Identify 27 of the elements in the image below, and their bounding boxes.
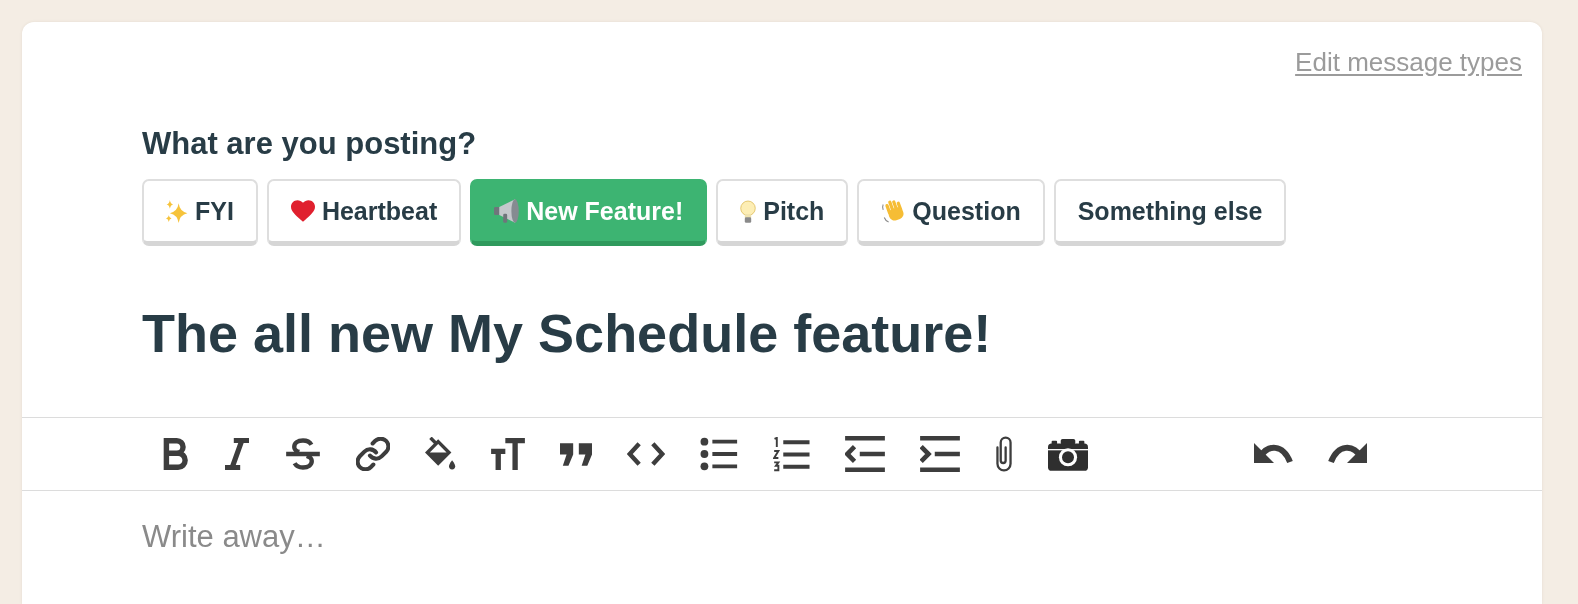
message-type-button[interactable]: Question (857, 179, 1045, 246)
paperclip-icon[interactable] (995, 435, 1013, 473)
heart-icon (290, 200, 315, 222)
indent-icon[interactable] (920, 436, 960, 472)
message-body-field[interactable]: Write away… (142, 512, 1422, 562)
megaphone-icon (494, 199, 520, 223)
title-field[interactable]: The all new My Schedule feature! (142, 301, 992, 365)
paint-bucket-icon[interactable] (425, 437, 456, 471)
outdent-icon[interactable] (845, 436, 885, 472)
waving-hand-icon (881, 199, 906, 223)
message-type-button[interactable]: Something else (1053, 179, 1287, 246)
camera-icon[interactable] (1048, 437, 1088, 471)
message-type-button[interactable]: Pitch (716, 179, 849, 246)
link-icon[interactable] (356, 437, 390, 471)
code-icon[interactable] (627, 442, 665, 466)
sparkles-icon (166, 199, 188, 223)
lightbulb-icon (740, 199, 757, 223)
strikethrough-icon[interactable] (285, 438, 321, 470)
quote-icon[interactable] (560, 442, 592, 466)
message-type-button[interactable]: Heartbeat (266, 179, 462, 246)
numbered-list-icon[interactable] (773, 436, 810, 472)
prompt-heading: What are you posting? (142, 125, 477, 163)
italic-icon[interactable] (224, 438, 250, 470)
bulleted-list-icon[interactable] (700, 437, 738, 471)
text-size-icon[interactable] (491, 438, 525, 470)
bold-icon[interactable] (163, 438, 189, 470)
message-type-button[interactable]: FYI (142, 179, 258, 246)
